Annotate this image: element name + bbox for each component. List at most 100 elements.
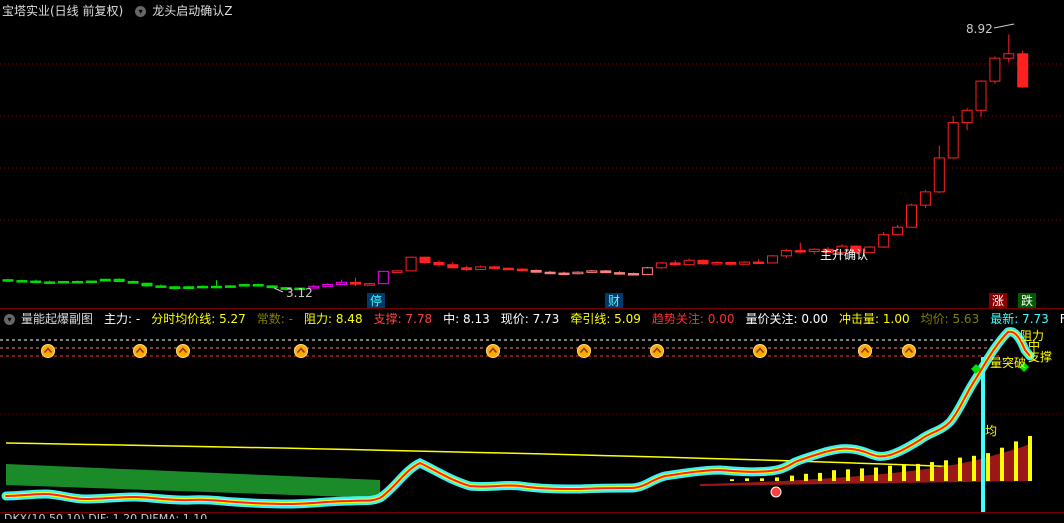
signal-up-icon[interactable]	[41, 344, 55, 358]
candle-body[interactable]	[99, 278, 111, 282]
candle-body[interactable]	[919, 191, 931, 206]
candle-body[interactable]	[350, 281, 361, 285]
signal-up-icon[interactable]	[176, 344, 190, 358]
candle-body[interactable]	[30, 280, 42, 284]
volume-bar[interactable]	[745, 478, 749, 481]
signal-up-icon[interactable]	[294, 344, 308, 358]
candle-body[interactable]	[461, 267, 473, 271]
candle-body[interactable]	[641, 267, 653, 275]
candle-body[interactable]	[489, 266, 500, 269]
volume-bar[interactable]	[832, 470, 836, 481]
candle-body[interactable]	[544, 271, 556, 275]
candle-body[interactable]	[725, 261, 737, 265]
candle-body[interactable]	[558, 272, 570, 276]
candle-body[interactable]	[739, 261, 751, 265]
dropdown-icon[interactable]: ▾	[135, 6, 147, 17]
signal-up-icon[interactable]	[486, 344, 500, 358]
candle-body[interactable]	[391, 270, 403, 273]
volume-bar[interactable]	[902, 464, 906, 481]
candle-body[interactable]	[169, 286, 181, 290]
candle-body[interactable]	[1003, 53, 1015, 59]
signal-up-icon[interactable]	[902, 344, 916, 358]
signal-up-icon[interactable]	[577, 344, 591, 358]
volume-bar[interactable]	[972, 455, 976, 481]
candle-body[interactable]	[419, 256, 431, 263]
signal-up-icon[interactable]	[753, 344, 767, 358]
candle-body[interactable]	[530, 269, 542, 273]
down-tag[interactable]: 跌	[1018, 293, 1037, 309]
candle-body[interactable]	[224, 285, 236, 288]
candle-body[interactable]	[808, 248, 820, 252]
stop-tag[interactable]: 停	[367, 293, 386, 309]
candle-body[interactable]	[600, 270, 612, 274]
candle-body[interactable]	[266, 285, 278, 289]
candle-body[interactable]	[44, 281, 56, 284]
candle-body[interactable]	[780, 250, 792, 257]
candle-body[interactable]	[155, 285, 167, 288]
candle-body[interactable]	[127, 280, 139, 284]
candle-body[interactable]	[377, 270, 389, 285]
volume-bar[interactable]	[874, 467, 878, 482]
candle-body[interactable]	[141, 282, 153, 287]
candle-body[interactable]	[614, 272, 626, 275]
volume-bar[interactable]	[916, 463, 920, 481]
candle-body[interactable]	[933, 157, 945, 193]
candle-body[interactable]	[669, 262, 681, 266]
candle-body[interactable]	[252, 284, 264, 287]
candle-body[interactable]	[753, 261, 765, 265]
candle-body[interactable]	[975, 80, 987, 111]
volume-bar[interactable]	[986, 453, 990, 481]
volume-bar[interactable]	[804, 473, 808, 481]
candle-body[interactable]	[572, 271, 584, 275]
volume-bar[interactable]	[1028, 436, 1032, 481]
candle-body[interactable]	[628, 273, 639, 276]
volume-bar[interactable]	[775, 477, 779, 481]
chart-canvas[interactable]	[0, 0, 1064, 519]
candle-body[interactable]	[767, 255, 778, 264]
candle-body[interactable]	[211, 285, 222, 289]
candle-body[interactable]	[72, 280, 83, 284]
candle-body[interactable]	[58, 280, 70, 284]
candle-body[interactable]	[502, 267, 514, 271]
candle-body[interactable]	[989, 57, 1001, 82]
down-signal-icon[interactable]	[770, 486, 782, 498]
candle-body[interactable]	[405, 256, 417, 272]
candle-body[interactable]	[16, 280, 28, 283]
candle-body[interactable]	[475, 266, 487, 271]
volume-bar[interactable]	[1014, 441, 1018, 481]
candle-body[interactable]	[85, 280, 97, 284]
signal-up-icon[interactable]	[858, 344, 872, 358]
up-tag[interactable]: 涨	[989, 293, 1008, 309]
volume-bar[interactable]	[846, 469, 850, 481]
signal-up-icon[interactable]	[133, 344, 147, 358]
candle-body[interactable]	[697, 259, 709, 265]
volume-bar[interactable]	[944, 460, 948, 481]
candle-body[interactable]	[892, 226, 904, 236]
candle-body[interactable]	[197, 285, 209, 289]
chart-stage[interactable]: 宝塔实业(日线 前复权) ▾ 龙头启动确认Z 8.92 3.12 主升确认 停 财 …	[0, 0, 1064, 519]
candle-body[interactable]	[183, 286, 195, 290]
candle-body[interactable]	[336, 281, 348, 286]
volume-bar[interactable]	[760, 478, 764, 481]
candle-body[interactable]	[878, 234, 890, 248]
candle-body[interactable]	[516, 268, 528, 272]
candle-body[interactable]	[947, 122, 959, 159]
candle-body[interactable]	[322, 284, 334, 287]
volume-bar[interactable]	[730, 479, 734, 481]
volume-bar[interactable]	[1000, 447, 1004, 481]
candle-body[interactable]	[2, 279, 14, 282]
finance-tag[interactable]: 财	[605, 293, 624, 309]
volume-bar[interactable]	[958, 457, 962, 481]
candle-body[interactable]	[363, 283, 375, 286]
candle-body[interactable]	[447, 264, 459, 269]
candle-body[interactable]	[586, 270, 598, 273]
dropdown-icon[interactable]: ▾	[4, 314, 15, 325]
candle-body[interactable]	[683, 259, 695, 266]
volume-bar[interactable]	[860, 468, 864, 481]
candle-body[interactable]	[961, 109, 973, 124]
signal-up-icon[interactable]	[650, 344, 664, 358]
candle-body[interactable]	[794, 250, 806, 253]
candle-body[interactable]	[113, 278, 125, 282]
volume-bar[interactable]	[930, 462, 934, 481]
volume-bar[interactable]	[818, 472, 822, 481]
